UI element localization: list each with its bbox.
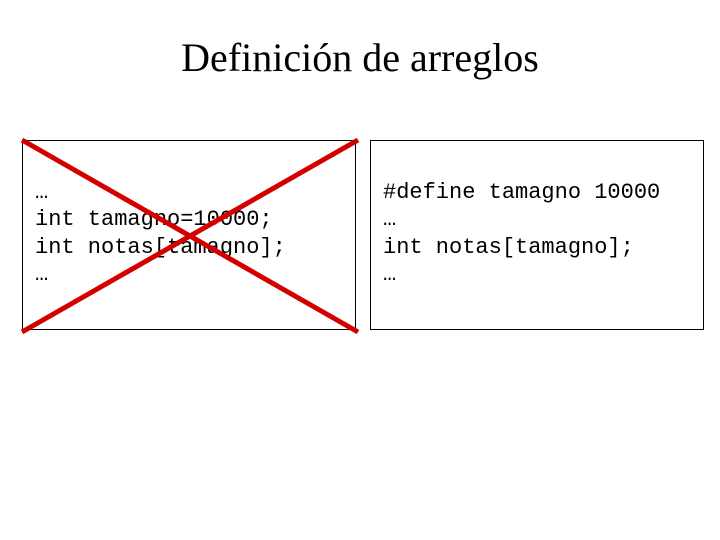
code-line: int tamagno=10000;: [35, 207, 273, 232]
code-line: …: [383, 207, 396, 232]
code-box-incorrect: … int tamagno=10000; int notas[tamagno];…: [22, 140, 356, 330]
page-title: Definición de arreglos: [0, 34, 720, 81]
code-line: int notas[tamagno];: [383, 235, 634, 260]
code-line: …: [383, 262, 396, 287]
code-line: #define tamagno 10000: [383, 180, 660, 205]
code-line: …: [35, 262, 48, 287]
code-box-correct: #define tamagno 10000 … int notas[tamagn…: [370, 140, 704, 330]
code-line: …: [35, 180, 48, 205]
slide: Definición de arreglos … int tamagno=100…: [0, 0, 720, 540]
code-line: int notas[tamagno];: [35, 235, 286, 260]
